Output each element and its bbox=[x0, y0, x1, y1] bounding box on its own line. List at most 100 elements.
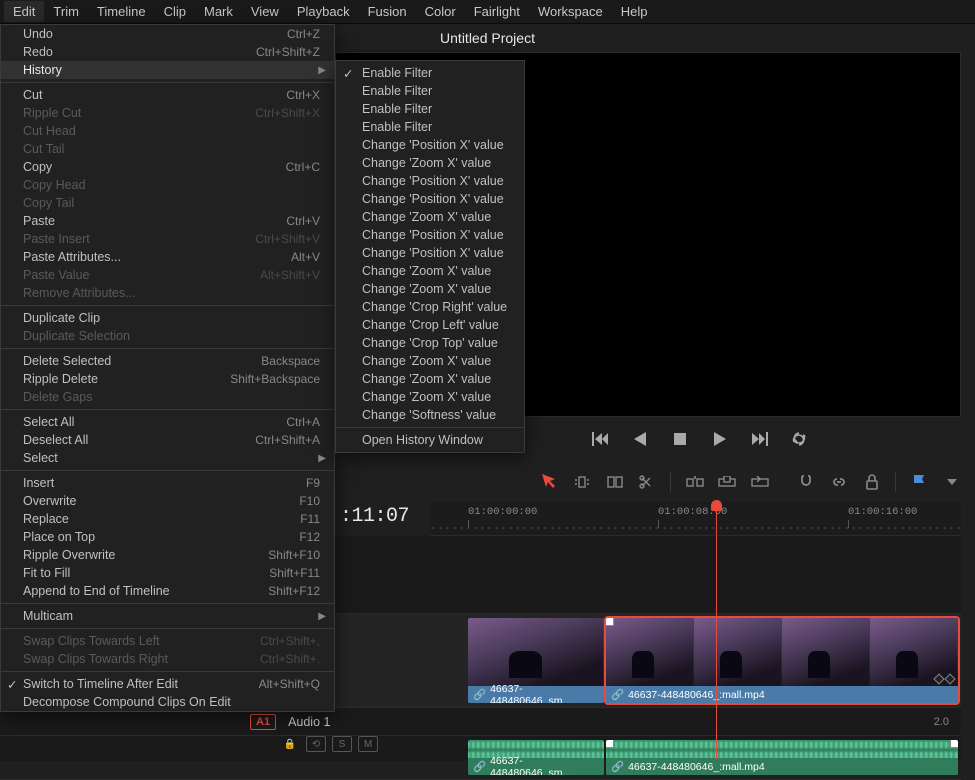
audio-level: 2.0 bbox=[934, 716, 949, 728]
menu-color[interactable]: Color bbox=[416, 1, 465, 22]
history-item[interactable]: Change 'Zoom X' value bbox=[336, 370, 524, 388]
replace-tool[interactable] bbox=[751, 471, 770, 493]
menu-mark[interactable]: Mark bbox=[195, 1, 242, 22]
arrow-tool[interactable] bbox=[540, 471, 559, 493]
history-item[interactable]: Change 'Position X' value bbox=[336, 190, 524, 208]
clip-out-marker[interactable] bbox=[950, 740, 958, 748]
history-item[interactable]: Change 'Softness' value bbox=[336, 406, 524, 424]
first-frame-button[interactable] bbox=[591, 430, 609, 448]
snap-toggle[interactable] bbox=[797, 471, 816, 493]
history-item[interactable]: Change 'Position X' value bbox=[336, 136, 524, 154]
menu-item-ripple-delete[interactable]: Ripple DeleteShift+Backspace bbox=[1, 370, 334, 388]
menu-item-swap-clips-towards-left: Swap Clips Towards LeftCtrl+Shift+, bbox=[1, 632, 334, 650]
menu-help[interactable]: Help bbox=[612, 1, 657, 22]
menu-item-delete-selected[interactable]: Delete SelectedBackspace bbox=[1, 352, 334, 370]
menu-item-copy[interactable]: CopyCtrl+C bbox=[1, 158, 334, 176]
keyframe-handles[interactable] bbox=[935, 675, 954, 683]
audio-clip[interactable]: 🔗46637-448480646_sm… bbox=[468, 740, 604, 775]
menubar: EditTrimTimelineClipMarkViewPlaybackFusi… bbox=[0, 0, 975, 24]
menu-clip[interactable]: Clip bbox=[155, 1, 195, 22]
menu-item-copy-head: Copy Head bbox=[1, 176, 334, 194]
menu-item-redo[interactable]: RedoCtrl+Shift+Z bbox=[1, 43, 334, 61]
audio-track-tag[interactable]: A1 bbox=[250, 714, 276, 730]
lock-toggle[interactable] bbox=[862, 471, 881, 493]
last-frame-button[interactable] bbox=[751, 430, 769, 448]
history-item[interactable]: Change 'Crop Left' value bbox=[336, 316, 524, 334]
menu-timeline[interactable]: Timeline bbox=[88, 1, 155, 22]
audio-track[interactable]: 🔗46637-448480646_sm… 🔗46637-448480646_:m… bbox=[0, 736, 961, 780]
menu-item-place-on-top[interactable]: Place on TopF12 bbox=[1, 528, 334, 546]
flag-tool[interactable] bbox=[910, 471, 929, 493]
menu-item-append-to-end-of-timeline[interactable]: Append to End of TimelineShift+F12 bbox=[1, 582, 334, 600]
menu-item-insert[interactable]: InsertF9 bbox=[1, 474, 334, 492]
history-item[interactable]: Enable Filter bbox=[336, 118, 524, 136]
menu-item-cut-tail: Cut Tail bbox=[1, 140, 334, 158]
menu-view[interactable]: View bbox=[242, 1, 288, 22]
menu-item-decompose-compound-clips-on-edit[interactable]: Decompose Compound Clips On Edit bbox=[1, 693, 334, 711]
timeline-ruler[interactable]: 01:00:00:00 01:00:08:00 01:00:16:00 bbox=[430, 502, 961, 536]
overwrite-tool[interactable] bbox=[718, 471, 737, 493]
menu-item-remove-attributes-: Remove Attributes... bbox=[1, 284, 334, 302]
menu-item-deselect-all[interactable]: Deselect AllCtrl+Shift+A bbox=[1, 431, 334, 449]
menu-item-history[interactable]: History▶ bbox=[1, 61, 334, 79]
play-reverse-button[interactable] bbox=[631, 430, 649, 448]
menu-item-ripple-overwrite[interactable]: Ripple OverwriteShift+F10 bbox=[1, 546, 334, 564]
audio-clip[interactable]: 🔗46637-448480646_:mall.mp4 bbox=[606, 740, 958, 775]
clip-in-marker[interactable] bbox=[606, 740, 614, 748]
clip-name: 46637-448480646_sm… bbox=[490, 755, 599, 776]
trim-tool[interactable] bbox=[573, 471, 592, 493]
ruler-tick: 01:00:00:00 bbox=[468, 506, 537, 518]
blade-tool[interactable] bbox=[638, 471, 657, 493]
menu-item-fit-to-fill[interactable]: Fit to FillShift+F11 bbox=[1, 564, 334, 582]
submenu-arrow-icon: ▶ bbox=[318, 611, 326, 622]
video-clip-selected[interactable]: 🔗46637-448480646_:mall.mp4 bbox=[606, 618, 958, 703]
menu-item-overwrite[interactable]: OverwriteF10 bbox=[1, 492, 334, 510]
menu-item-duplicate-clip[interactable]: Duplicate Clip bbox=[1, 309, 334, 327]
chevron-down-icon[interactable] bbox=[942, 471, 961, 493]
menu-item-paste[interactable]: PasteCtrl+V bbox=[1, 212, 334, 230]
menu-item-multicam[interactable]: Multicam▶ bbox=[1, 607, 334, 625]
history-item[interactable]: Change 'Crop Top' value bbox=[336, 334, 524, 352]
edit-menu: UndoCtrl+ZRedoCtrl+Shift+ZHistory▶ CutCtr… bbox=[0, 24, 335, 712]
menu-item-paste-attributes-[interactable]: Paste Attributes...Alt+V bbox=[1, 248, 334, 266]
history-item[interactable]: Change 'Position X' value bbox=[336, 172, 524, 190]
open-history-window[interactable]: Open History Window bbox=[336, 431, 524, 449]
history-item[interactable]: Change 'Position X' value bbox=[336, 226, 524, 244]
history-item[interactable]: Change 'Zoom X' value bbox=[336, 280, 524, 298]
menu-edit[interactable]: Edit bbox=[4, 1, 44, 22]
video-clip[interactable]: 🔗46637-448480646_sm… bbox=[468, 618, 604, 703]
timecode-display: :11:07 bbox=[340, 505, 409, 528]
history-item[interactable]: Change 'Zoom X' value bbox=[336, 208, 524, 226]
timeline-toolbar bbox=[540, 467, 961, 497]
menu-playback[interactable]: Playback bbox=[288, 1, 359, 22]
menu-trim[interactable]: Trim bbox=[44, 1, 88, 22]
play-button[interactable] bbox=[711, 430, 729, 448]
insert-tool[interactable] bbox=[685, 471, 704, 493]
history-item[interactable]: Change 'Zoom X' value bbox=[336, 154, 524, 172]
history-item[interactable]: Change 'Position X' value bbox=[336, 244, 524, 262]
menu-workspace[interactable]: Workspace bbox=[529, 1, 612, 22]
stop-button[interactable] bbox=[671, 430, 689, 448]
history-item[interactable]: Change 'Zoom X' value bbox=[336, 262, 524, 280]
history-item[interactable]: ✓Enable Filter bbox=[336, 64, 524, 82]
history-item[interactable]: Enable Filter bbox=[336, 82, 524, 100]
history-item[interactable]: Enable Filter bbox=[336, 100, 524, 118]
menu-item-select-all[interactable]: Select AllCtrl+A bbox=[1, 413, 334, 431]
menu-item-undo[interactable]: UndoCtrl+Z bbox=[1, 25, 334, 43]
menu-fairlight[interactable]: Fairlight bbox=[465, 1, 529, 22]
menu-item-cut[interactable]: CutCtrl+X bbox=[1, 86, 334, 104]
clip-in-marker[interactable] bbox=[606, 618, 614, 626]
history-item[interactable]: Change 'Crop Right' value bbox=[336, 298, 524, 316]
transport-controls bbox=[540, 430, 860, 448]
audio-track-header: A1 Audio 1 2.0 🔒 ⟲ S M bbox=[0, 708, 961, 736]
playhead[interactable] bbox=[716, 500, 717, 760]
loop-button[interactable] bbox=[791, 430, 809, 448]
menu-fusion[interactable]: Fusion bbox=[359, 1, 416, 22]
link-toggle[interactable] bbox=[830, 471, 849, 493]
menu-item-select[interactable]: Select▶ bbox=[1, 449, 334, 467]
menu-item-replace[interactable]: ReplaceF11 bbox=[1, 510, 334, 528]
menu-item-switch-to-timeline-after-edit[interactable]: ✓Switch to Timeline After EditAlt+Shift+… bbox=[1, 675, 334, 693]
dynamic-trim-tool[interactable] bbox=[605, 471, 624, 493]
history-item[interactable]: Change 'Zoom X' value bbox=[336, 388, 524, 406]
history-item[interactable]: Change 'Zoom X' value bbox=[336, 352, 524, 370]
